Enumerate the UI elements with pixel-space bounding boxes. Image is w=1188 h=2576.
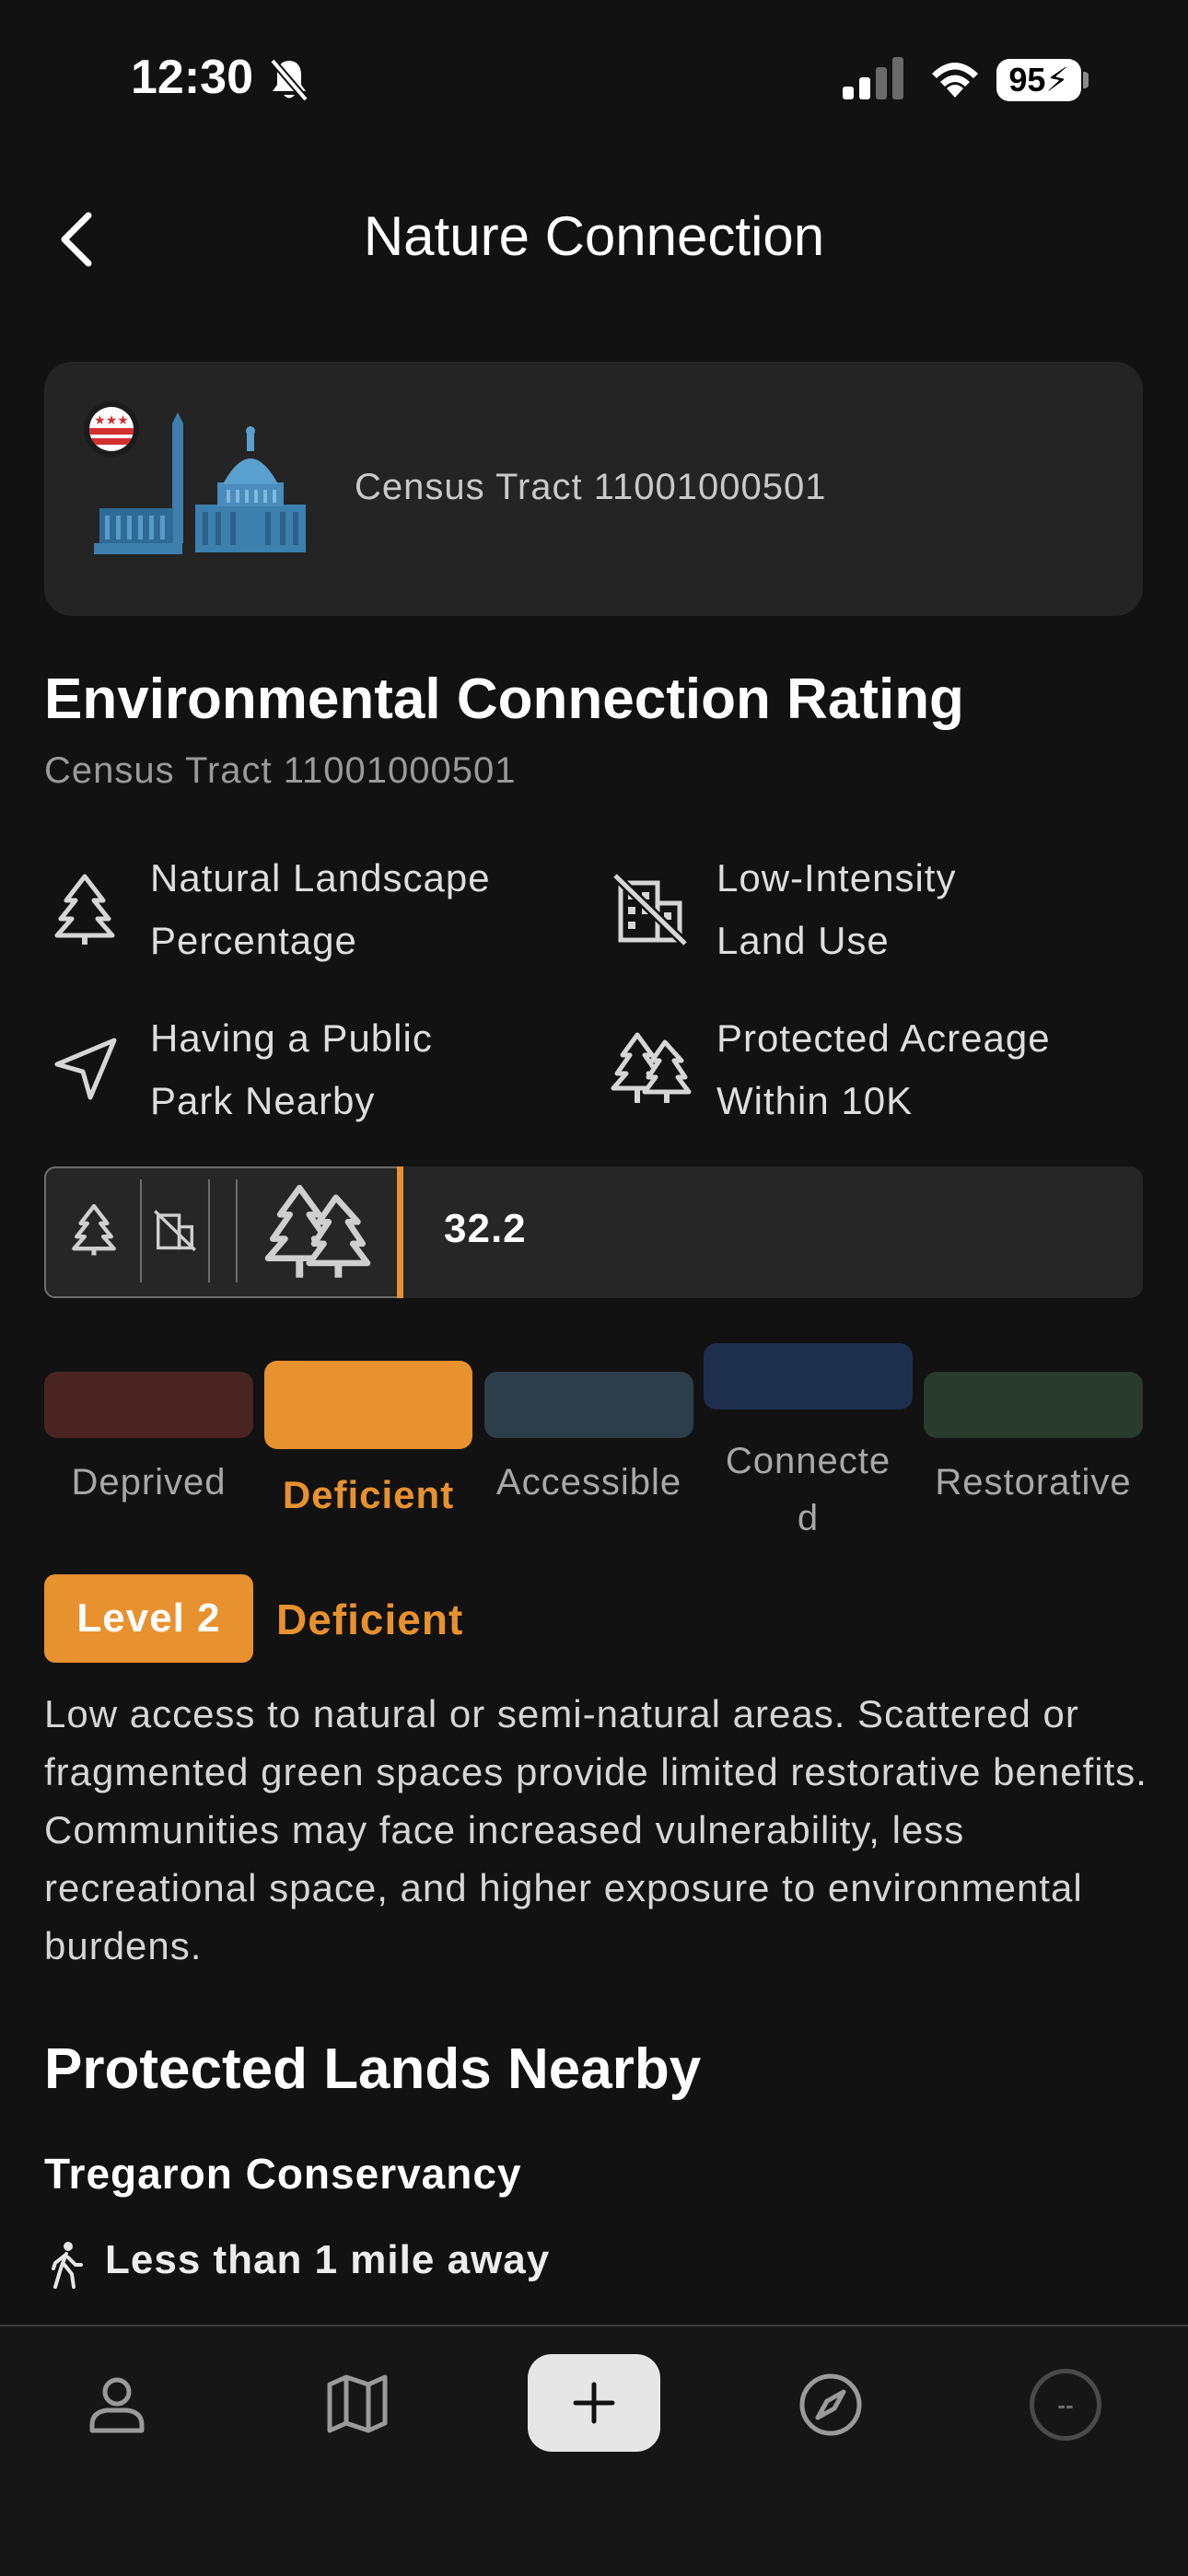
forest-trees-icon bbox=[264, 1184, 371, 1278]
factor-low-intensity: Low-Intensity Land Use bbox=[716, 856, 957, 962]
rating-title: Environmental Connection Rating bbox=[44, 667, 964, 731]
score-divider bbox=[208, 1179, 210, 1282]
avatar[interactable]: -- bbox=[1030, 2369, 1101, 2441]
score-divider bbox=[236, 1179, 238, 1282]
level-segment-connected[interactable] bbox=[704, 1343, 913, 1410]
level-label-accessible: Accessible bbox=[495, 1462, 682, 1503]
score-divider bbox=[140, 1179, 142, 1282]
building-off-icon bbox=[154, 1210, 196, 1251]
factor-protected-acreage: Protected Acreage Within 10K bbox=[716, 1016, 1051, 1122]
svg-text:★★★: ★★★ bbox=[94, 413, 129, 428]
building-off-icon bbox=[611, 872, 689, 947]
card-tract-label: Census Tract 11001000501 bbox=[355, 467, 827, 507]
level-segment-accessible[interactable] bbox=[484, 1372, 693, 1438]
profile-icon[interactable] bbox=[87, 2373, 147, 2434]
level-label-deficient: Deficient bbox=[282, 1473, 455, 1516]
level-description: Low access to natural or semi-natural ar… bbox=[44, 1692, 1147, 1967]
status-time: 12:30 bbox=[131, 51, 253, 104]
navigation-arrow-icon bbox=[54, 1038, 117, 1100]
compass-icon[interactable] bbox=[798, 2372, 864, 2438]
map-icon[interactable] bbox=[326, 2373, 389, 2434]
level-label-restorative: Restorative bbox=[935, 1462, 1132, 1503]
wifi-icon bbox=[932, 63, 978, 98]
level-segment-deficient[interactable] bbox=[264, 1361, 472, 1449]
dc-flag-icon: ★★★ bbox=[84, 401, 139, 457]
plus-icon bbox=[573, 2382, 615, 2424]
walking-person-icon bbox=[52, 2242, 83, 2289]
protected-lands-title: Protected Lands Nearby bbox=[44, 2037, 702, 2101]
rating-subtitle: Census Tract 11001000501 bbox=[44, 750, 517, 791]
cellular-signal-icon bbox=[843, 57, 903, 99]
level-badge: Level 2 bbox=[44, 1574, 253, 1663]
add-button[interactable] bbox=[528, 2354, 660, 2452]
score-accent-marker bbox=[397, 1166, 403, 1298]
level-label-connected: Connecte d bbox=[725, 1441, 891, 1538]
level-segment-deprived[interactable] bbox=[44, 1372, 253, 1438]
level-segment-restorative[interactable] bbox=[924, 1372, 1143, 1438]
factor-natural-landscape: Natural Landscape Percentage bbox=[150, 856, 491, 962]
factor-public-park: Having a Public Park Nearby bbox=[150, 1016, 433, 1122]
protected-land-distance: Less than 1 mile away bbox=[105, 2237, 551, 2282]
bell-muted-icon bbox=[269, 58, 309, 102]
protected-land-name[interactable]: Tregaron Conservancy bbox=[44, 2149, 522, 2199]
score-value: 32.2 bbox=[444, 1206, 527, 1251]
battery-tip bbox=[1083, 72, 1089, 88]
battery-indicator: 95 ⚡ bbox=[996, 59, 1081, 101]
level-name: Deficient bbox=[276, 1595, 464, 1643]
pine-tree-icon bbox=[72, 1203, 116, 1256]
page-title: Nature Connection bbox=[363, 205, 825, 267]
pine-tree-icon bbox=[54, 874, 115, 945]
forest-trees-icon bbox=[611, 1032, 692, 1103]
level-label-deprived: Deprived bbox=[71, 1462, 227, 1503]
